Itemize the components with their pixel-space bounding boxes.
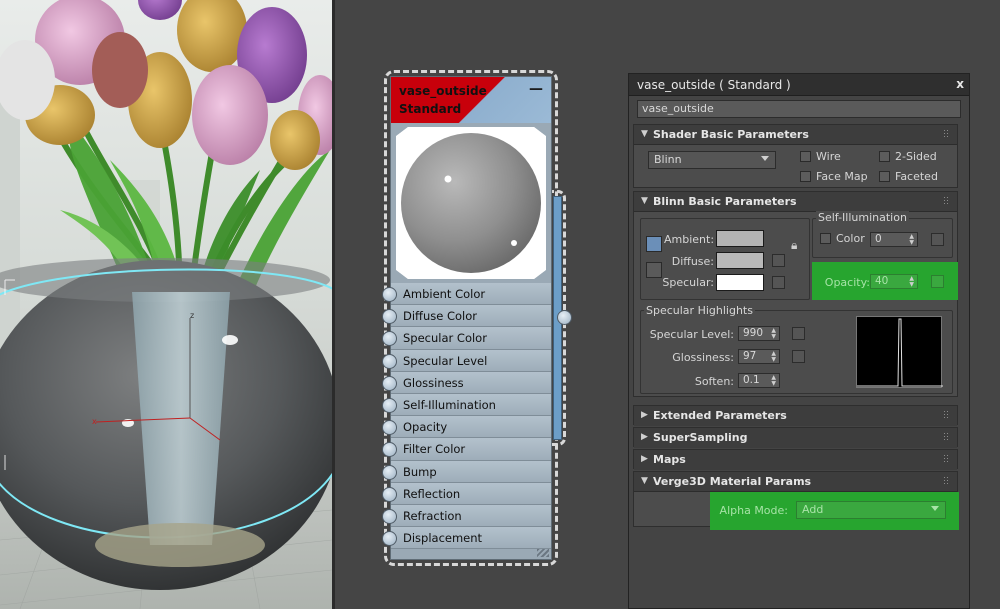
input-socket-icon[interactable] [382,442,397,458]
lock-icon[interactable]: 🔒︎ [791,238,797,253]
material-node[interactable]: vase_outside Standard — Ambient Color Di… [382,76,552,560]
wire-checkbox[interactable]: Wire [800,150,841,163]
input-socket-icon[interactable] [382,486,397,502]
input-socket-icon[interactable] [382,331,397,347]
rollout-header[interactable]: ▼ Shader Basic Parameters [634,125,957,145]
diffuse-swatch[interactable] [716,252,764,269]
parameter-editor: vase_outside ( Standard ) x vase_outside… [628,73,970,609]
slot-ambient-color[interactable]: Ambient Color [382,283,551,306]
drag-grip-icon[interactable] [943,476,949,484]
expand-arrow-icon: ▶ [641,454,648,464]
expand-arrow-icon: ▶ [641,432,648,442]
svg-text:z: z [190,311,194,320]
output-socket-icon[interactable] [557,310,572,325]
opacity-spinner[interactable]: 40 ▲ ▼ [870,274,918,289]
slot-filter-color[interactable]: Filter Color [382,438,551,461]
input-socket-icon[interactable] [382,397,397,413]
material-preview [396,127,546,279]
node-type: Standard [399,102,462,116]
chevron-down-icon [931,506,939,511]
drag-grip-icon[interactable] [943,410,949,418]
glossiness-spinner[interactable]: 97 ▲ ▼ [738,349,780,364]
soften-spinner[interactable]: 0.1 ▲ ▼ [738,373,780,388]
drag-grip-icon[interactable] [943,129,949,137]
self-illum-color-checkbox[interactable]: Color [820,232,865,245]
highlight-curve-graph [856,316,943,388]
diffuse-map-button[interactable] [772,254,785,267]
resize-grip-icon[interactable] [537,549,549,557]
slot-reflection[interactable]: Reflection [382,482,551,505]
expand-arrow-icon: ▶ [641,410,648,420]
slot-refraction[interactable]: Refraction [382,504,551,528]
rollout-shader-basic: ▼ Shader Basic Parameters Blinn Wire 2-S… [633,124,958,188]
rollout-supersampling[interactable]: ▶ SuperSampling [633,427,958,448]
node-name: vase_outside [399,84,487,98]
drag-grip-icon[interactable] [943,454,949,462]
input-socket-icon[interactable] [382,464,397,480]
rollout-extended-parameters[interactable]: ▶ Extended Parameters [633,405,958,426]
specular-level-spinner[interactable]: 990 ▲ ▼ [738,326,780,341]
rollout-blinn-basic: ▼ Blinn Basic Parameters Ambient: Diffus… [633,191,958,397]
rollout-header[interactable]: ▼ Verge3D Material Params [634,472,957,492]
input-socket-icon[interactable] [382,309,397,325]
opacity-map-button[interactable] [931,275,944,288]
alpha-mode-dropdown[interactable]: Add [796,501,946,519]
chevron-down-icon [761,156,769,161]
self-illum-spinner[interactable]: 0 ▲ ▼ [870,232,918,247]
rollout-verge3d: ▼ Verge3D Material Params Alpha Mode: Ad… [633,471,959,530]
specular-swatch[interactable] [716,274,764,291]
viewport-render: z x [0,0,332,609]
lock-link-icon[interactable] [646,236,662,252]
self-illum-map-button[interactable] [931,233,944,246]
slot-diffuse-color[interactable]: Diffuse Color [382,305,551,328]
close-icon[interactable]: x [956,77,964,91]
input-socket-icon[interactable] [382,375,397,391]
collapse-arrow-icon: ▼ [641,129,648,139]
specular-map-button[interactable] [772,276,785,289]
slot-self-illumination[interactable]: Self-Illumination [382,393,551,417]
node-slots: Ambient Color Diffuse Color Specular Col… [382,283,551,550]
node-header[interactable]: vase_outside Standard — [391,77,551,123]
slot-specular-color[interactable]: Specular Color [382,327,551,350]
drag-grip-icon[interactable] [943,432,949,440]
drag-grip-icon[interactable] [943,196,949,204]
slot-displacement[interactable]: Displacement [382,527,551,550]
ambient-swatch[interactable] [716,230,764,247]
collapse-arrow-icon: ▼ [641,196,648,206]
minus-icon[interactable]: — [529,81,543,97]
input-socket-icon[interactable] [382,531,397,547]
rollout-maps[interactable]: ▶ Maps [633,449,958,470]
slot-opacity[interactable]: Opacity [382,416,551,439]
viewport[interactable]: z x [0,0,332,609]
material-name-field[interactable]: vase_outside [637,100,961,118]
panel-title: vase_outside ( Standard ) [637,78,791,92]
svg-text:x: x [92,417,97,426]
faceted-checkbox[interactable]: Faceted [879,170,938,183]
collapse-arrow-icon: ▼ [641,476,648,486]
face-map-checkbox[interactable]: Face Map [800,170,868,183]
slot-bump[interactable]: Bump [382,460,551,483]
input-socket-icon[interactable] [382,420,397,436]
input-socket-icon[interactable] [382,508,397,524]
specular-level-map-button[interactable] [792,327,805,340]
input-socket-icon[interactable] [382,353,397,369]
input-socket-icon[interactable] [382,287,397,302]
slot-glossiness[interactable]: Glossiness [382,371,551,394]
two-sided-checkbox[interactable]: 2-Sided [879,150,937,163]
rollout-header[interactable]: ▼ Blinn Basic Parameters [634,192,957,212]
slot-specular-level[interactable]: Specular Level [382,349,551,372]
glossiness-map-button[interactable] [792,350,805,363]
shader-dropdown[interactable]: Blinn [648,151,776,169]
panel-titlebar[interactable]: vase_outside ( Standard ) x [629,74,969,96]
